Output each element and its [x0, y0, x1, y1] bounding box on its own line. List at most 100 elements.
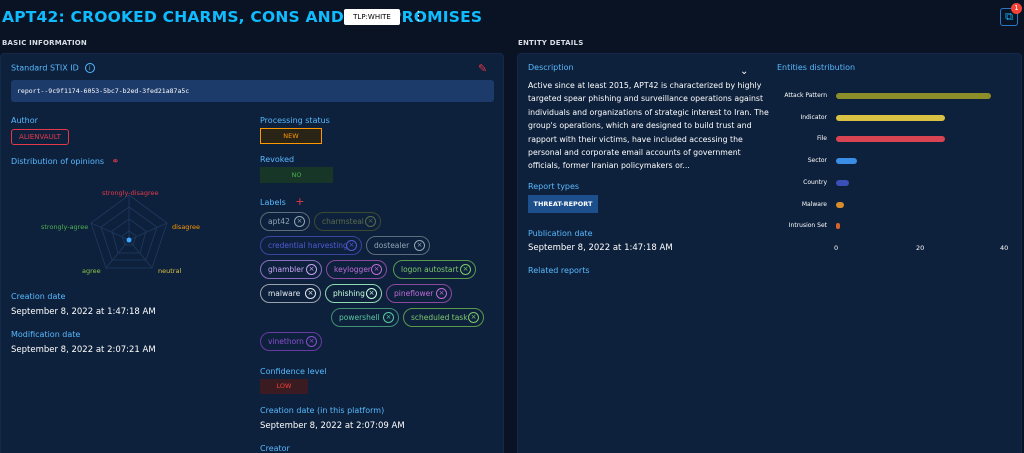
opinions-radar-chart — [90, 194, 168, 269]
remove-label-icon[interactable]: × — [306, 264, 317, 275]
chart-category-label: Malware — [801, 200, 827, 208]
publication-date-label: Publication date — [528, 229, 593, 238]
info-icon[interactable]: i — [84, 63, 95, 73]
report-type-chip[interactable]: THREAT-REPORT — [528, 195, 598, 213]
labels-label-text: Labels — [260, 198, 286, 207]
label-chip[interactable]: logon autostart × — [393, 260, 476, 279]
creation-date-value: September 8, 2022 at 1:47:18 AM — [11, 307, 156, 317]
label-chip-text: keylogger — [334, 265, 372, 274]
publication-date-value: September 8, 2022 at 1:47:18 AM — [528, 243, 673, 253]
radar-label-strongly-agree: strongly-agree — [41, 223, 89, 231]
creator-label: Creator — [260, 444, 290, 453]
radar-label-neutral: neutral — [158, 267, 182, 275]
remove-label-icon[interactable]: × — [365, 216, 376, 227]
label-chip-text: apt42 — [268, 217, 290, 226]
chart-category-label: Attack Pattern — [784, 92, 827, 99]
label-chip-text: credential harvesting — [268, 241, 348, 250]
stix-id-label: Standard STIX ID i — [11, 63, 95, 73]
label-chip-text: scheduled task — [411, 313, 468, 322]
add-opinion-icon[interactable]: ⚭ — [112, 157, 120, 167]
remove-label-icon[interactable]: × — [306, 336, 317, 347]
radar-point — [126, 237, 132, 243]
label-chip-text: charmsteal — [322, 217, 364, 226]
chart-x-tick-label: 0 — [834, 243, 839, 252]
label-chip[interactable]: vinethorn × — [260, 332, 322, 351]
label-chip-text: malware — [268, 289, 301, 298]
basic-information-title: BASIC INFORMATION — [2, 39, 87, 47]
label-chip[interactable]: keylogger × — [326, 260, 387, 279]
description-text: Active since at least 2015, APT42 is cha… — [528, 81, 769, 171]
label-chip[interactable]: charmsteal × — [314, 212, 381, 231]
label-chip-text: dostealer — [374, 241, 410, 250]
remove-label-icon[interactable]: × — [468, 312, 479, 323]
radar-label-strongly-disagree: strongly-disagree — [102, 189, 159, 197]
page-title: APT42: CROOKED CHARMS, CONS AND COMPROMI… — [2, 8, 483, 26]
author-label: Author — [11, 116, 38, 125]
chart-x-tick-label: 40 — [1000, 243, 1009, 252]
chart-bar[interactable] — [836, 201, 845, 208]
platform-creation-date-label: Creation date (in this platform) — [260, 406, 385, 415]
remove-label-icon[interactable]: × — [346, 240, 357, 251]
chart-category-label: Country — [803, 178, 827, 186]
chart-bar[interactable] — [836, 93, 992, 99]
radar-label-agree: agree — [82, 267, 101, 275]
label-chip[interactable]: apt42 × — [260, 212, 310, 231]
chart-bar[interactable] — [836, 223, 841, 230]
label-chip-text: vinethorn — [268, 337, 304, 346]
remove-label-icon[interactable]: × — [371, 264, 382, 275]
label-chip-text: logon autostart — [401, 265, 459, 274]
remove-label-icon[interactable]: × — [436, 288, 447, 299]
label-chip-text: pineflower — [394, 289, 434, 298]
report-types-label: Report types — [528, 182, 580, 191]
label-chip-text: ghambler — [268, 265, 304, 274]
remove-label-icon[interactable]: × — [383, 312, 394, 323]
entities-distribution-label: Entities distribution — [777, 63, 856, 72]
chart-bar[interactable] — [836, 158, 857, 165]
label-chip-text: phishing — [333, 289, 365, 298]
chart-bar[interactable] — [836, 114, 946, 121]
chart-bar[interactable] — [836, 179, 849, 186]
related-reports-label: Related reports — [528, 266, 590, 275]
tlp-marking-badge[interactable]: TLP:WHITE — [344, 9, 400, 25]
processing-status-badge: NEW — [260, 128, 322, 144]
stix-id-field[interactable]: report--9c9f1174-6053-5bc7-b2ed-3fed21a8… — [11, 80, 494, 102]
remove-label-icon[interactable]: × — [366, 288, 377, 299]
label-chip[interactable]: powershell × — [331, 308, 399, 327]
remove-label-icon[interactable]: × — [305, 288, 316, 299]
remove-label-icon[interactable]: × — [460, 264, 471, 275]
revoked-label: Revoked — [260, 155, 295, 164]
chart-bar[interactable] — [836, 136, 946, 143]
label-chip[interactable]: pineflower × — [386, 284, 452, 303]
add-label-icon[interactable]: + — [295, 195, 304, 208]
label-chip[interactable]: dostealer × — [366, 236, 430, 255]
author-chip[interactable]: ALIENVAULT — [11, 129, 69, 145]
label-chip[interactable]: ghambler × — [260, 260, 322, 279]
entities-distribution-chart: Attack Pattern Indicator File Sector Country… — [755, 88, 1015, 258]
entity-details-title: ENTITY DETAILS — [518, 39, 584, 47]
basic-information-panel — [0, 53, 504, 453]
chart-category-label: Sector — [807, 157, 827, 165]
modification-date-value: September 8, 2022 at 2:07:21 AM — [11, 345, 156, 355]
revoked-badge: NO — [260, 167, 333, 183]
platform-creation-date-value: September 8, 2022 at 2:07:09 AM — [260, 421, 405, 431]
label-chip[interactable]: credential harvesting × — [260, 236, 362, 255]
confidence-level-label: Confidence level — [260, 367, 327, 376]
chart-category-label: Indicator — [800, 113, 827, 121]
opinions-label: Distribution of opinions ⚭ — [11, 157, 119, 167]
notification-count-badge: 1 — [1011, 3, 1022, 14]
chart-x-tick-label: 20 — [916, 243, 925, 252]
labels-label: Labels + — [260, 195, 305, 208]
creation-date-label: Creation date — [11, 292, 66, 301]
edit-pencil-icon[interactable]: ✎ — [478, 62, 487, 75]
expand-description-chevron-icon[interactable]: ⌄ — [740, 66, 748, 77]
remove-label-icon[interactable]: × — [414, 240, 425, 251]
label-chip[interactable]: malware × — [260, 284, 321, 303]
processing-status-label: Processing status — [260, 116, 330, 125]
more-options-icon[interactable]: ⋮ — [412, 9, 425, 25]
chart-category-label: Intrusion Set — [788, 222, 827, 230]
opinions-label-text: Distribution of opinions — [11, 157, 105, 166]
modification-date-label: Modification date — [11, 330, 81, 339]
label-chip[interactable]: phishing × — [325, 284, 382, 303]
label-chip[interactable]: scheduled task × — [403, 308, 484, 327]
remove-label-icon[interactable]: × — [294, 216, 305, 227]
